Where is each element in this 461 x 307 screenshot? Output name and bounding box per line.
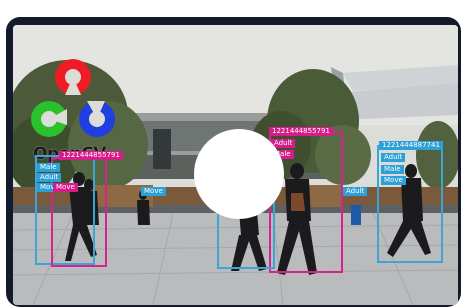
video-frame: OpenCV 1221444855791 Male Adult Move Mov…	[13, 25, 458, 305]
device-frame: OpenCV 1221444855791 Male Adult Move Mov…	[6, 17, 461, 307]
detection-tag: Male	[37, 163, 60, 172]
detection-tag: Adult	[381, 153, 406, 162]
detection-tag: Move	[141, 187, 166, 196]
detection-id-label: 1221444855791	[269, 127, 333, 136]
detection-tag: Move	[53, 183, 78, 192]
detection-tag: Adult	[37, 173, 62, 182]
white-circle-overlay	[194, 129, 284, 219]
detection-tag: Move	[381, 176, 406, 185]
opencv-logo	[31, 59, 115, 137]
detection-tag: Male	[381, 165, 404, 174]
detection-id-label: 1221444855791	[59, 151, 123, 160]
detection-tag: Adult	[343, 187, 368, 196]
opencv-green-ring-icon	[31, 101, 67, 137]
detection-id-label: 1221444887741	[379, 141, 443, 150]
opencv-red-ring-icon	[55, 59, 91, 95]
detection-box	[377, 145, 443, 263]
opencv-blue-ring-icon	[79, 101, 115, 137]
